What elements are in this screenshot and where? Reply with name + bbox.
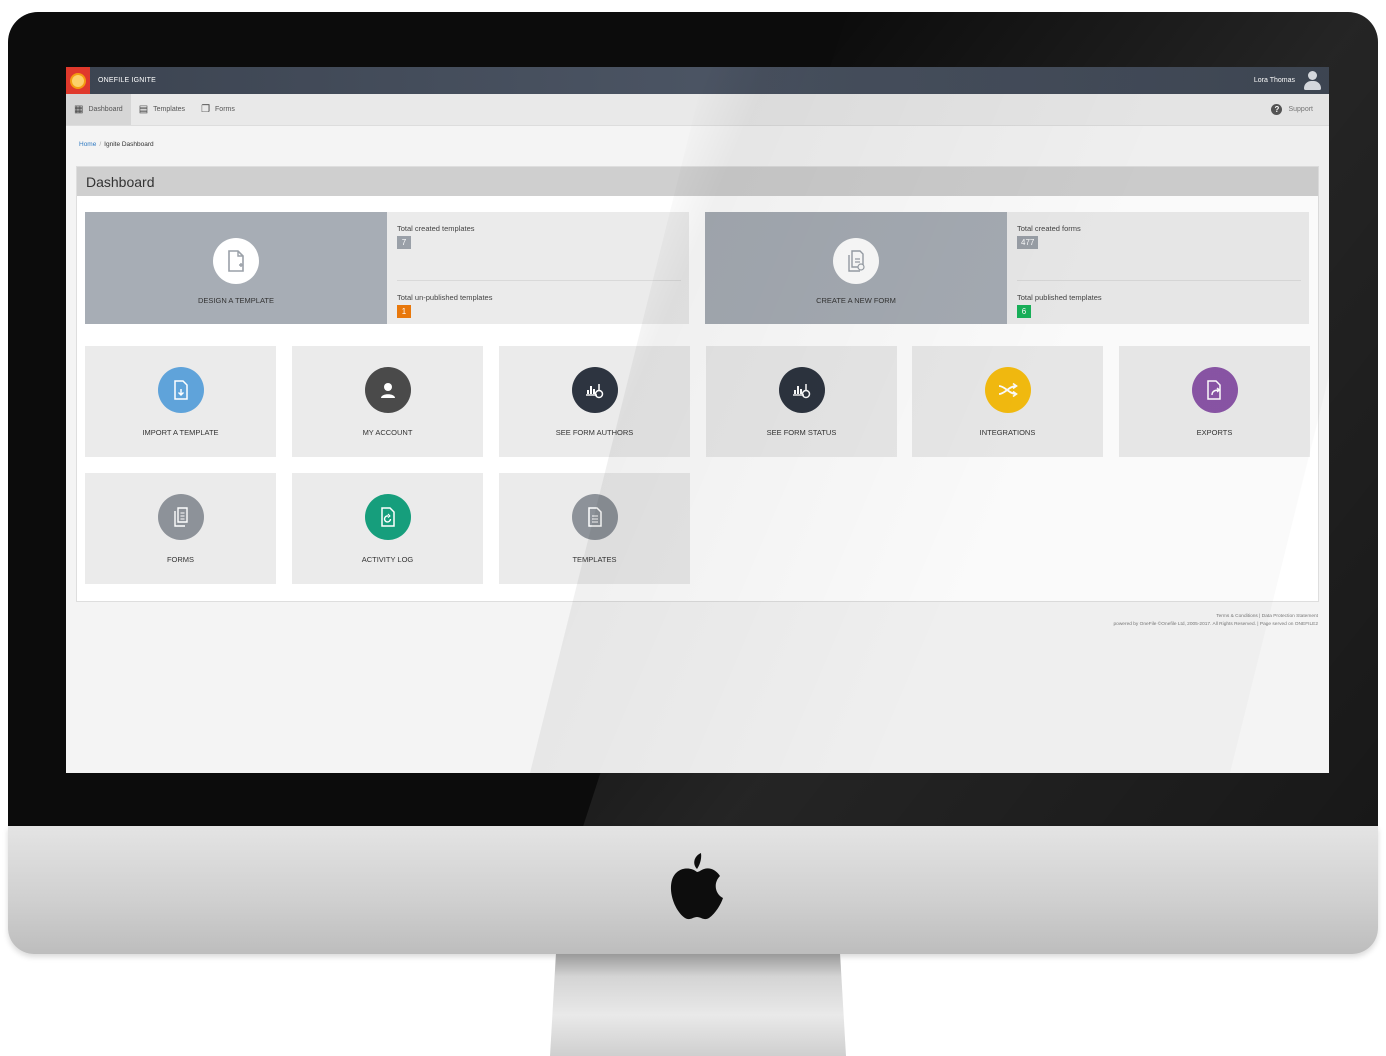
stat-published-templates: Total published templates 6 [1017,280,1301,336]
nav-label: Forms [215,106,235,113]
stat-created-templates: Total created templates 7 [397,224,681,280]
breadcrumb-current: Ignite Dashboard [104,141,154,148]
screen: ONEFILE IGNITE Lora Thomas ▦ Dashboard ▤… [66,67,1329,773]
shuffle-icon [984,367,1031,413]
document-icon [571,494,618,540]
nav-label: Templates [153,106,186,113]
create-form-label: CREATE A NEW FORM [816,295,896,305]
create-form-card: CREATE A NEW FORM Total created forms 47… [705,212,1309,324]
count-badge: 477 [1017,236,1039,249]
user-icon [364,367,411,413]
exports-tile[interactable]: EXPORTS [1119,346,1310,457]
see-form-authors-tile[interactable]: SEE FORM AUTHORS [499,346,690,457]
stat-label: Total published templates [1017,293,1102,302]
tile-label: MY ACCOUNT [362,428,413,437]
document-icon: ▤ [138,104,149,115]
import-template-tile[interactable]: IMPORT A TEMPLATE [85,346,276,457]
template-stats: Total created templates 7 Total un-publi… [387,212,689,324]
main-nav: ▦ Dashboard ▤ Templates ❐ Forms ? Suppor… [66,94,1329,126]
count-badge: 6 [1017,305,1031,318]
support-label: Support [1288,106,1313,113]
tile-label: IMPORT A TEMPLATE [142,428,219,437]
design-template-label: DESIGN A TEMPLATE [198,295,274,305]
count-badge: 1 [397,305,411,318]
stat-label: Total created templates [397,224,475,233]
chart-icon [571,367,618,413]
tile-label: EXPORTS [1196,428,1233,437]
count-badge: 7 [397,236,411,249]
import-icon [157,367,204,413]
see-form-status-tile[interactable]: SEE FORM STATUS [706,346,897,457]
templates-tile[interactable]: TEMPLATES [499,473,690,584]
tile-label: INTEGRATIONS [979,428,1036,437]
user-name: Lora Thomas [1253,77,1295,84]
forms-icon: ❐ [201,104,211,115]
nav-item-forms[interactable]: ❐ Forms [193,94,243,125]
footer-copyright: powered by OneFile ©Onefile Ltd, 2005-20… [1113,622,1319,627]
chart-icon [778,367,825,413]
forms-icon [157,494,204,540]
my-account-tile[interactable]: MY ACCOUNT [292,346,483,457]
nav-label: Dashboard [88,106,123,113]
stat-label: Total created forms [1017,224,1081,233]
footer: Terms & Conditions | Data Protection Sta… [1114,613,1319,629]
grid-icon: ▦ [74,104,84,115]
monitor-stand [550,954,846,1056]
user-menu[interactable]: Lora Thomas [1253,70,1321,91]
dashboard-panel: Dashboard DESIGN A TEMPLATE Total create… [76,166,1319,602]
form-stats: Total created forms 477 Total published … [1007,212,1309,324]
stat-unpublished-templates: Total un-published templates 1 [397,280,681,336]
stat-created-forms: Total created forms 477 [1017,224,1301,280]
support-link[interactable]: ? Support [1271,94,1313,125]
tile-label: TEMPLATES [572,555,617,564]
breadcrumb-home[interactable]: Home [79,141,96,148]
footer-links[interactable]: Terms & Conditions | Data Protection Sta… [1114,613,1318,621]
top-bar: ONEFILE IGNITE Lora Thomas [66,67,1329,94]
app-title: ONEFILE IGNITE [98,77,157,84]
new-form-icon [833,237,879,284]
user-avatar-icon[interactable] [1303,70,1321,91]
breadcrumb-separator: / [99,141,102,148]
design-template-card: DESIGN A TEMPLATE Total created template… [85,212,689,324]
activity-icon [364,494,411,540]
apple-logo-icon [670,853,723,920]
tile-label: FORMS [166,555,195,564]
design-template-button[interactable]: DESIGN A TEMPLATE [85,212,387,324]
help-icon: ? [1271,104,1283,115]
nav-item-templates[interactable]: ▤ Templates [131,94,193,125]
breadcrumb: Home / Ignite Dashboard [66,126,1329,162]
page-title: Dashboard [77,167,1318,196]
create-form-button[interactable]: CREATE A NEW FORM [705,212,1007,324]
forms-tile[interactable]: FORMS [85,473,276,584]
tile-label: SEE FORM STATUS [766,428,837,437]
new-document-icon [213,237,259,284]
stat-label: Total un-published templates [397,293,493,302]
tile-label: ACTIVITY LOG [361,555,414,564]
onefile-logo-icon[interactable] [66,67,90,94]
integrations-tile[interactable]: INTEGRATIONS [912,346,1103,457]
nav-item-dashboard[interactable]: ▦ Dashboard [66,94,131,125]
export-icon [1191,367,1238,413]
tile-label: SEE FORM AUTHORS [555,428,634,437]
activity-log-tile[interactable]: ACTIVITY LOG [292,473,483,584]
